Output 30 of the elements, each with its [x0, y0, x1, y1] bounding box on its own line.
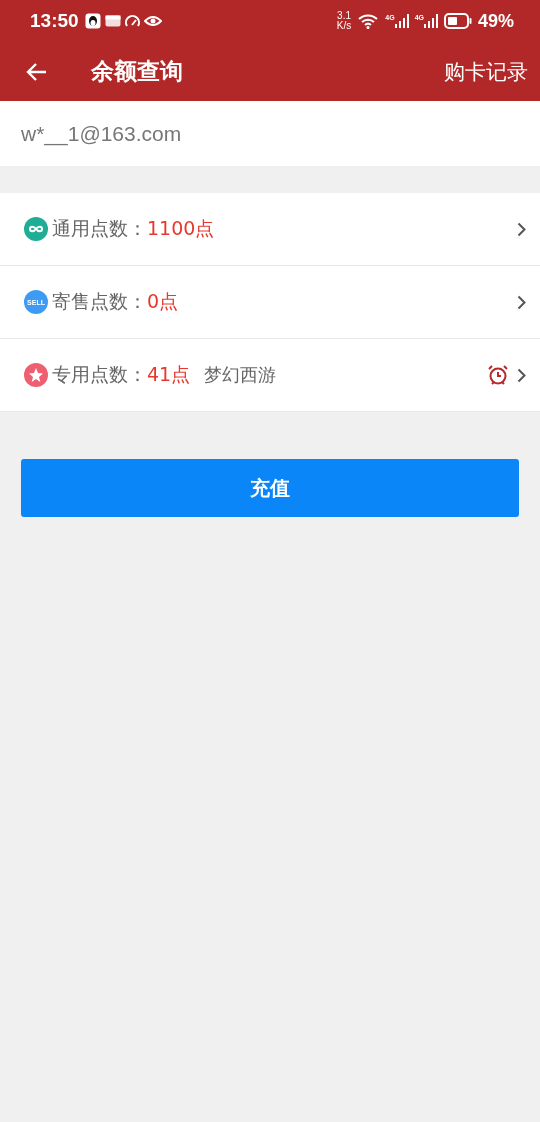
back-arrow-icon[interactable]	[25, 61, 47, 82]
balance-value: 41点	[147, 362, 191, 387]
chevron-right-icon	[517, 221, 526, 237]
balance-row[interactable]: 专用点数：41点 梦幻西游	[0, 339, 540, 412]
game-name: 梦幻西游	[204, 363, 277, 387]
balance-label: 通用点数：	[52, 216, 147, 241]
purchase-history-link[interactable]: 购卡记录	[444, 57, 528, 86]
balance-label: 专用点数：	[52, 362, 147, 387]
network-speed: 3.1	[337, 11, 351, 21]
status-time: 13:50	[30, 10, 79, 32]
penguin-app-icon	[84, 13, 101, 29]
balance-value: 0点	[147, 289, 179, 314]
recharge-button[interactable]: 充值	[21, 459, 519, 517]
page-title: 余额查询	[91, 57, 184, 86]
balance-label: 寄售点数：	[52, 289, 147, 314]
eye-icon	[143, 15, 162, 27]
wifi-icon	[357, 13, 380, 29]
balance-value: 1100点	[147, 216, 215, 241]
speed-unit: K/s	[336, 21, 352, 31]
speedometer-icon	[124, 15, 140, 27]
box-icon	[104, 15, 121, 27]
balance-row[interactable]: 通用点数：1100点	[0, 193, 540, 266]
chevron-right-icon	[517, 367, 526, 383]
chevron-right-icon	[517, 294, 526, 310]
account-email: w*__1@163.com	[21, 121, 182, 146]
battery-percent: 49%	[477, 10, 514, 32]
battery-icon	[443, 13, 472, 29]
signal-icon	[423, 14, 438, 28]
signal-icon	[394, 14, 409, 28]
infinity-icon	[24, 217, 48, 241]
